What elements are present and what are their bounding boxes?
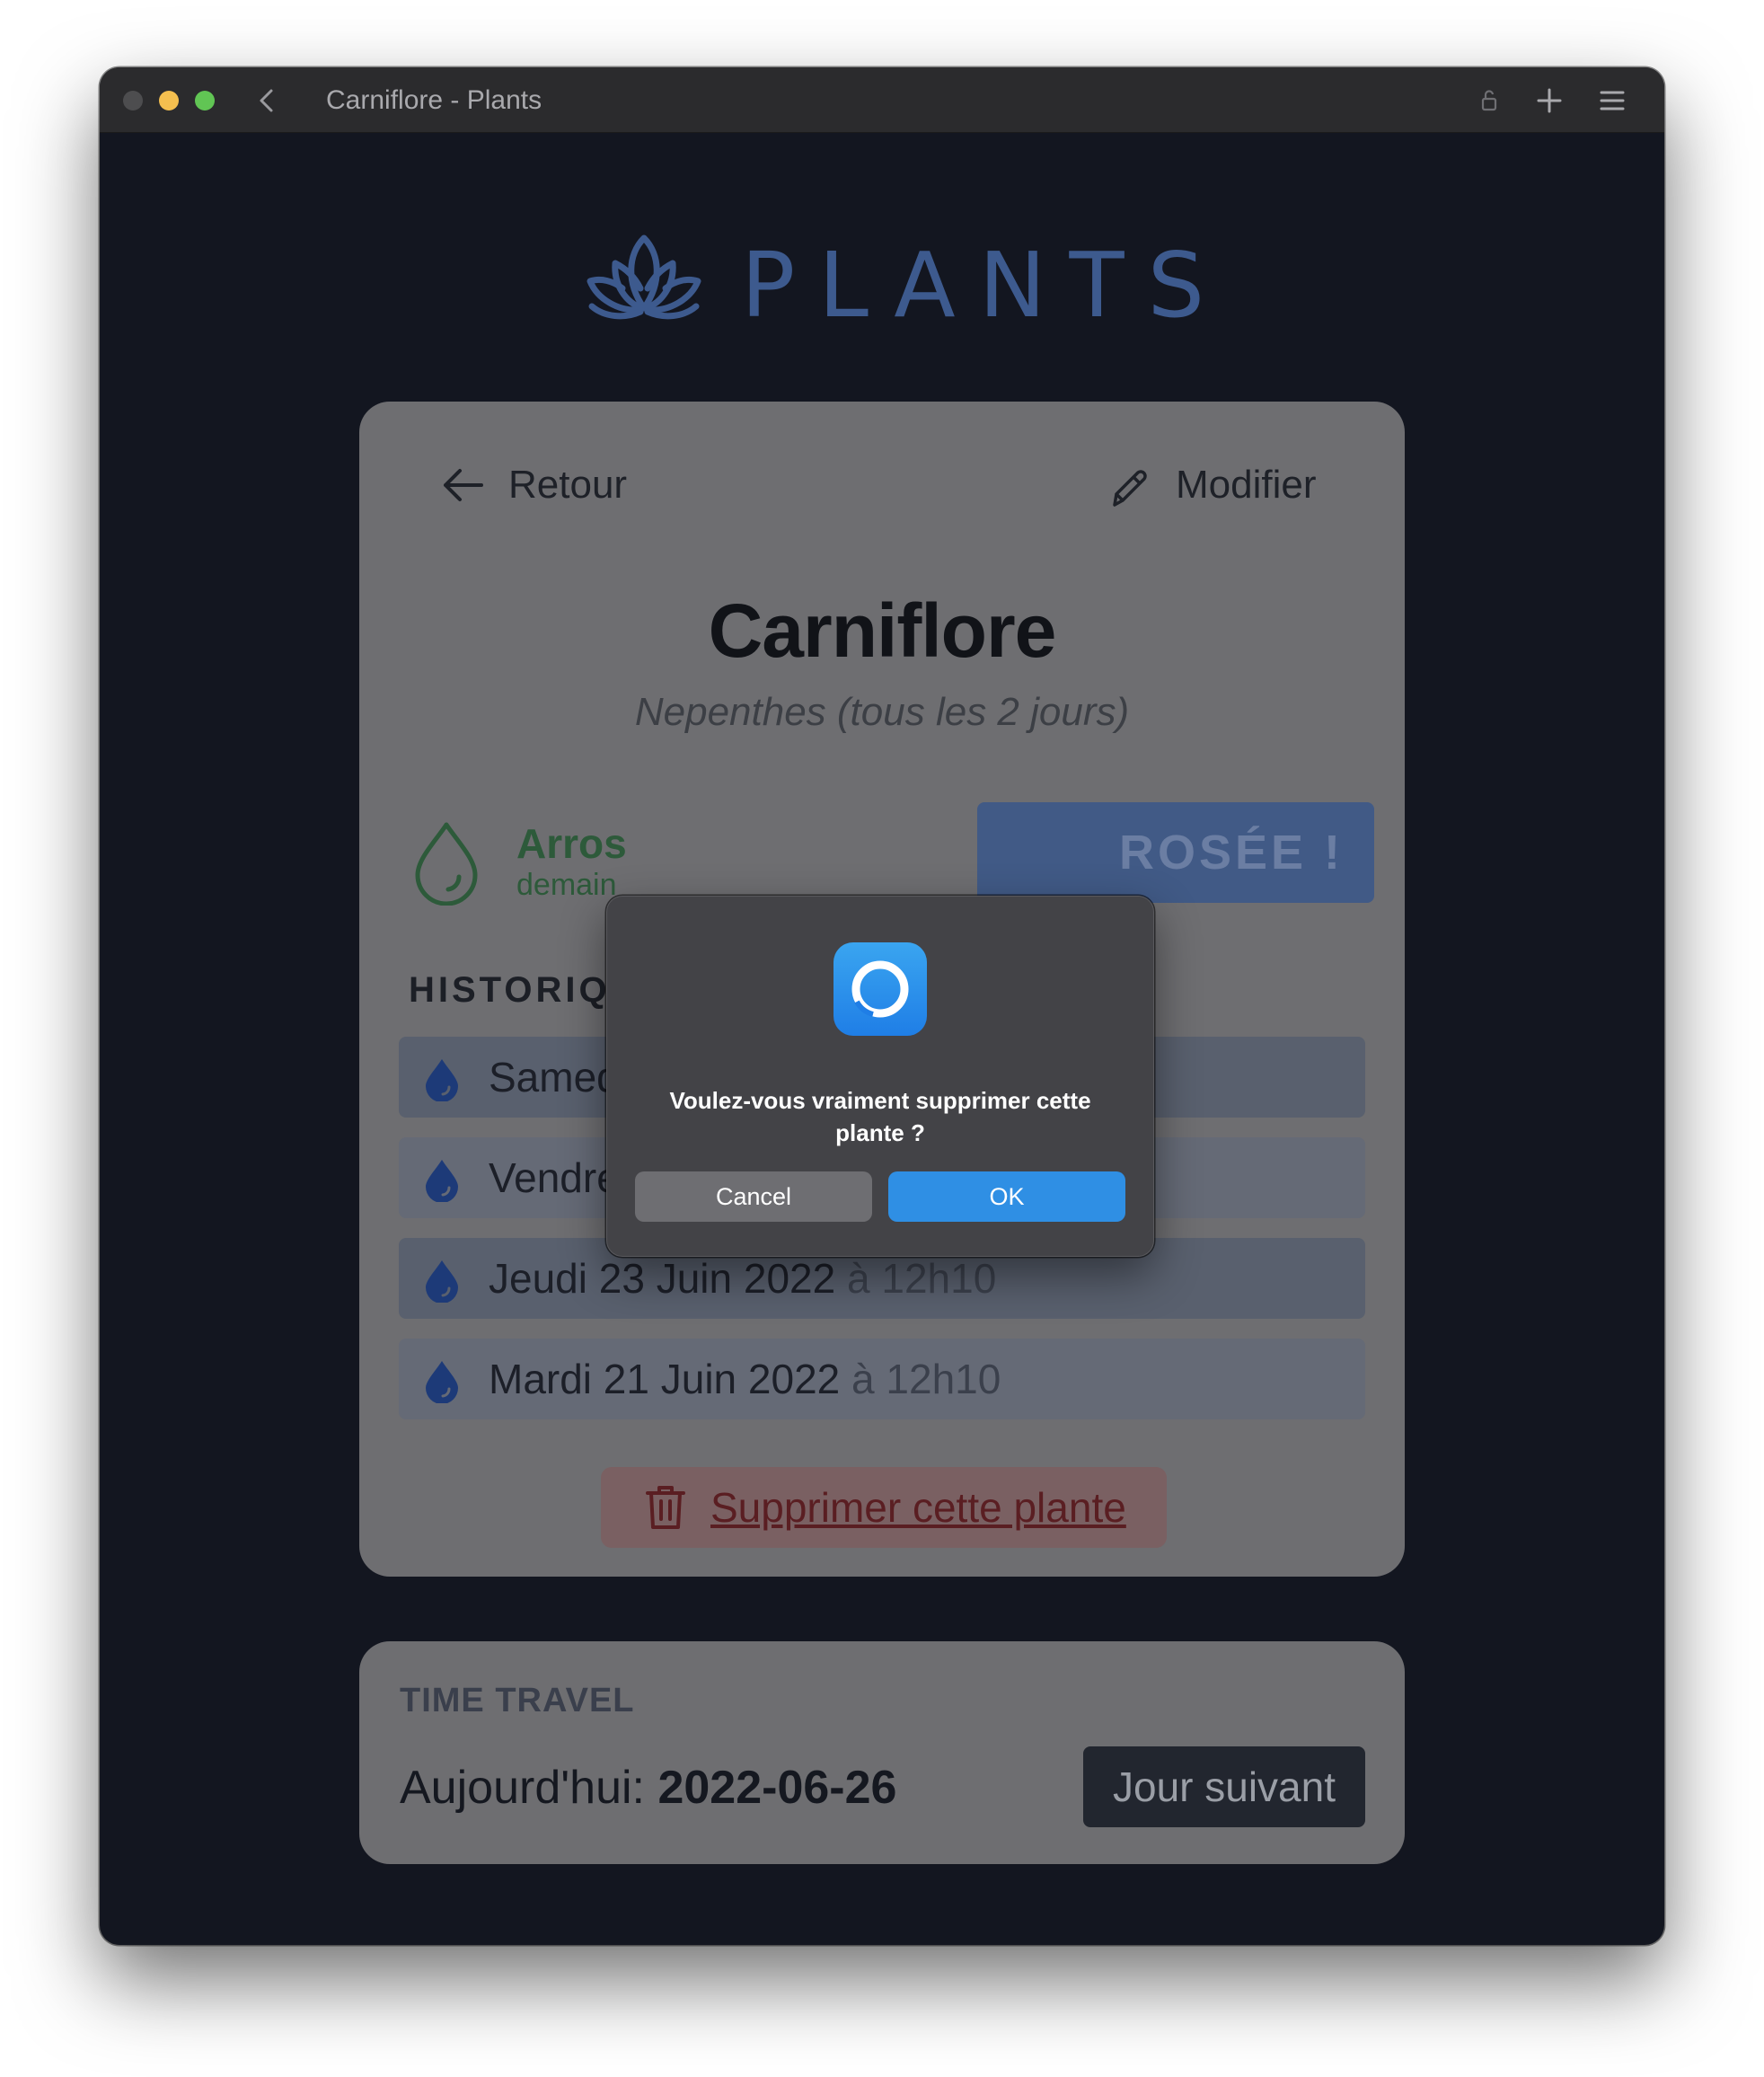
water-status-title: Arros xyxy=(516,820,627,867)
trash-icon xyxy=(646,1486,685,1529)
menu-hamburger-icon[interactable] xyxy=(1597,85,1627,116)
history-time: 12h10 xyxy=(881,1255,997,1302)
water-status-subtitle: demain xyxy=(516,868,617,902)
next-day-button[interactable]: Jour suivant xyxy=(1083,1746,1365,1827)
confirm-delete-dialog: Voulez-vous vraiment supprimer cette pla… xyxy=(606,896,1154,1257)
app-window: Carniflore - Plants PLANTS Retour Modifi… xyxy=(100,67,1664,1945)
history-separator: à xyxy=(835,1255,882,1302)
history-date: Mardi 21 Juin 2022 xyxy=(489,1356,841,1402)
logo-text: PLANTS xyxy=(741,233,1229,338)
ok-button[interactable]: OK xyxy=(888,1171,1125,1222)
cancel-button[interactable]: Cancel xyxy=(635,1171,872,1222)
minimize-window-button[interactable] xyxy=(159,91,179,110)
lotus-icon xyxy=(587,234,701,320)
water-drop-outline-icon xyxy=(415,822,478,906)
history-heading: HISTORIQU xyxy=(409,970,640,1010)
lock-icon[interactable] xyxy=(1474,85,1504,116)
water-drop-icon xyxy=(426,1361,458,1403)
pencil-icon xyxy=(1113,470,1147,507)
plant-name: Carniflore xyxy=(708,588,1057,673)
today-label: Aujourd'hui: xyxy=(400,1762,658,1814)
water-drop-icon xyxy=(426,1059,458,1101)
plant-species-frequency: Nepenthes (tous les 2 jours) xyxy=(634,690,1130,734)
history-separator: à xyxy=(840,1356,886,1402)
window-title: Carniflore - Plants xyxy=(326,85,542,115)
delete-plant-button[interactable]: Supprimer cette plante xyxy=(601,1467,1167,1548)
app-icon xyxy=(833,942,927,1036)
arrow-left-icon xyxy=(444,469,483,501)
history-item: Mardi 21 Juin 2022 à 12h10 xyxy=(399,1339,1365,1419)
mark-watered-button[interactable]: ROSÉE ! xyxy=(977,802,1374,903)
time-travel-card: TIME TRAVEL Aujourd'hui: 2022-06-26 Jour… xyxy=(359,1641,1405,1864)
app-logo: PLANTS xyxy=(581,229,1204,337)
title-bar: Carniflore - Plants xyxy=(100,67,1664,133)
back-nav-icon[interactable] xyxy=(252,85,283,116)
page-content: PLANTS Retour Modifier Carniflore Nepent… xyxy=(100,132,1664,1945)
new-tab-plus-icon[interactable] xyxy=(1534,85,1565,116)
water-status: Arros demain xyxy=(409,815,768,906)
time-travel-heading: TIME TRAVEL xyxy=(400,1682,635,1719)
today-value: 2022-06-26 xyxy=(657,1762,897,1814)
edit-link-label: Modifier xyxy=(1176,463,1317,507)
today-date: Aujourd'hui: 2022-06-26 xyxy=(400,1756,896,1819)
maximize-window-button[interactable] xyxy=(195,91,215,110)
close-window-button[interactable] xyxy=(123,91,143,110)
water-drop-icon xyxy=(426,1160,458,1202)
back-link-label: Retour xyxy=(508,463,628,507)
history-time: 12h10 xyxy=(886,1356,1001,1402)
delete-plant-label: Supprimer cette plante xyxy=(710,1484,1126,1531)
history-date: Jeudi 23 Juin 2022 xyxy=(489,1255,836,1302)
dialog-message: Voulez-vous vraiment supprimer cette pla… xyxy=(669,1087,1091,1146)
water-drop-icon xyxy=(426,1260,458,1303)
